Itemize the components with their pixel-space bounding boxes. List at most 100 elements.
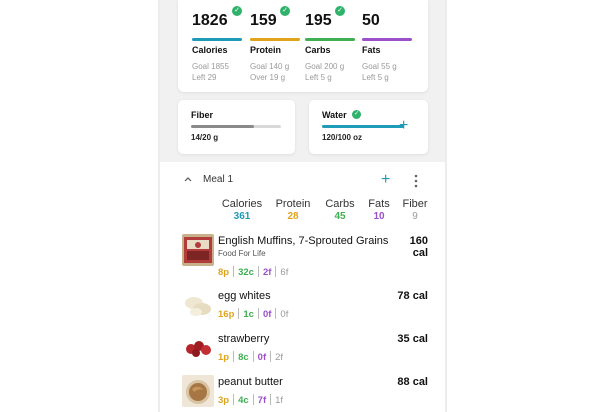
phone-frame-right [445,0,447,412]
fiber-title: Fiber [191,110,214,120]
total-fiber: Fiber 9 [398,198,432,222]
food-protein: 1p [218,352,230,363]
total-label: Carbs [325,198,355,210]
total-value: 9 [412,211,418,222]
more-options-icon[interactable] [414,174,418,188]
total-protein: Protein 28 [272,198,314,222]
food-fats: 0f [262,309,272,320]
food-brand: Food For Life [218,249,266,258]
food-name: egg whites [218,290,271,302]
food-fiber: 1f [275,395,284,406]
macro-value: 50 [362,12,380,29]
total-carbs: Carbs 45 [322,198,358,222]
macro-protein[interactable]: 159 ✓ Protein Goal 140 g Over 19 g [250,6,302,82]
food-carbs: 4c [238,395,249,406]
total-value: 10 [373,211,385,222]
macro-bar [362,38,412,41]
chevron-up-icon[interactable] [184,176,192,182]
food-calories: 35 cal [397,333,428,345]
check-icon: ✓ [232,6,242,16]
food-thumbnail [182,375,214,407]
fiber-card[interactable]: Fiber 14/20 g [178,100,295,154]
water-progress-track [322,125,404,128]
water-progress-fill [322,125,404,128]
food-fats: 7f [257,395,267,406]
food-calories: 78 cal [397,290,428,302]
food-cal-unit: cal [412,247,428,259]
total-value: 361 [233,211,251,222]
total-value: 45 [334,211,346,222]
food-carbs: 1c [243,309,254,320]
fiber-value: 14/20 g [191,133,219,142]
macro-goal: Goal 55 g [362,62,397,71]
food-macros: 3p 4c 7f 1f [218,394,283,406]
macro-summary-card: 1826 ✓ Calories Goal 1855 Left 29 159 ✓ … [178,0,428,92]
total-label: Fiber [402,198,428,210]
food-item[interactable]: strawberry 1p 8c 0f 2f 35 cal [160,332,445,376]
total-value: 28 [287,211,299,222]
food-fiber: 6f [280,267,289,278]
food-cal-value: 160 [409,235,428,247]
check-icon: ✓ [280,6,290,16]
total-label: Protein [275,198,311,210]
food-item[interactable]: peanut butter 3p 4c 7f 1f 88 cal [160,375,445,412]
macro-bar [192,38,242,41]
macro-remaining: Left 5 g [362,73,389,82]
check-icon: ✓ [352,110,361,119]
macro-label: Carbs [305,45,331,55]
food-protein: 3p [218,395,230,406]
macro-remaining: Left 29 [192,73,217,82]
food-carbs: 8c [238,352,249,363]
fiber-progress-track [191,125,281,128]
macro-label: Protein [250,45,282,55]
macro-value: 195 [305,12,332,29]
macro-bar [250,38,300,41]
food-item[interactable]: English Muffins, 7-Sprouted Grains Food … [160,234,445,282]
macro-calories[interactable]: 1826 ✓ Calories Goal 1855 Left 29 [192,6,244,82]
food-fiber: 2f [275,352,284,363]
macro-remaining: Over 19 g [250,73,286,82]
water-value: 120/100 oz [322,133,363,142]
fiber-progress-fill [191,125,254,128]
food-carbs: 32c [238,267,254,278]
macro-fats[interactable]: 50 Fats Goal 55 g Left 5 g [362,12,414,82]
macro-label: Fats [362,45,381,55]
phone-screen: 1826 ✓ Calories Goal 1855 Left 29 159 ✓ … [160,0,445,412]
check-icon: ✓ [335,6,345,16]
food-item[interactable]: egg whites 16p 1c 0f 0f 78 cal [160,289,445,333]
macro-remaining: Left 5 g [305,73,332,82]
total-fats: Fats 10 [365,198,393,222]
meal-totals: Calories 361 Protein 28 Carbs 45 Fats 10… [160,198,445,228]
food-calories: 160 cal [410,235,428,259]
food-cal-value: 78 cal [397,290,428,302]
meal-title: Meal 1 [203,174,234,185]
total-label: Calories [221,198,263,210]
macro-goal: Goal 200 g [305,62,345,71]
food-name: strawberry [218,333,270,345]
food-thumbnail [182,234,214,266]
food-name: English Muffins, 7-Sprouted Grains [218,235,389,247]
add-water-button[interactable]: + [399,118,408,134]
water-card[interactable]: Water ✓ 120/100 oz + [309,100,428,154]
total-calories: Calories 361 [220,198,264,222]
food-fats: 0f [257,352,267,363]
food-name: peanut butter [218,376,283,388]
macro-carbs[interactable]: 195 ✓ Carbs Goal 200 g Left 5 g [305,6,357,82]
macro-goal: Goal 1855 [192,62,229,71]
food-macros: 16p 1c 0f 0f [218,308,288,320]
food-thumbnail [182,289,214,321]
water-title: Water [322,110,347,120]
macro-value: 159 [250,12,277,29]
add-food-button[interactable]: + [381,172,390,188]
food-calories: 88 cal [397,376,428,388]
meal-header: Meal 1 + [160,162,445,198]
total-label: Fats [368,198,390,210]
macro-goal: Goal 140 g [250,62,290,71]
food-cal-value: 88 cal [397,376,428,388]
food-protein: 8p [218,267,230,278]
macro-label: Calories [192,45,228,55]
food-macros: 8p 32c 2f 6f [218,266,288,278]
food-protein: 16p [218,309,235,320]
meal-section: Meal 1 + Calories 361 Protein 28 Carbs 4… [160,162,445,412]
food-macros: 1p 8c 0f 2f [218,351,283,363]
